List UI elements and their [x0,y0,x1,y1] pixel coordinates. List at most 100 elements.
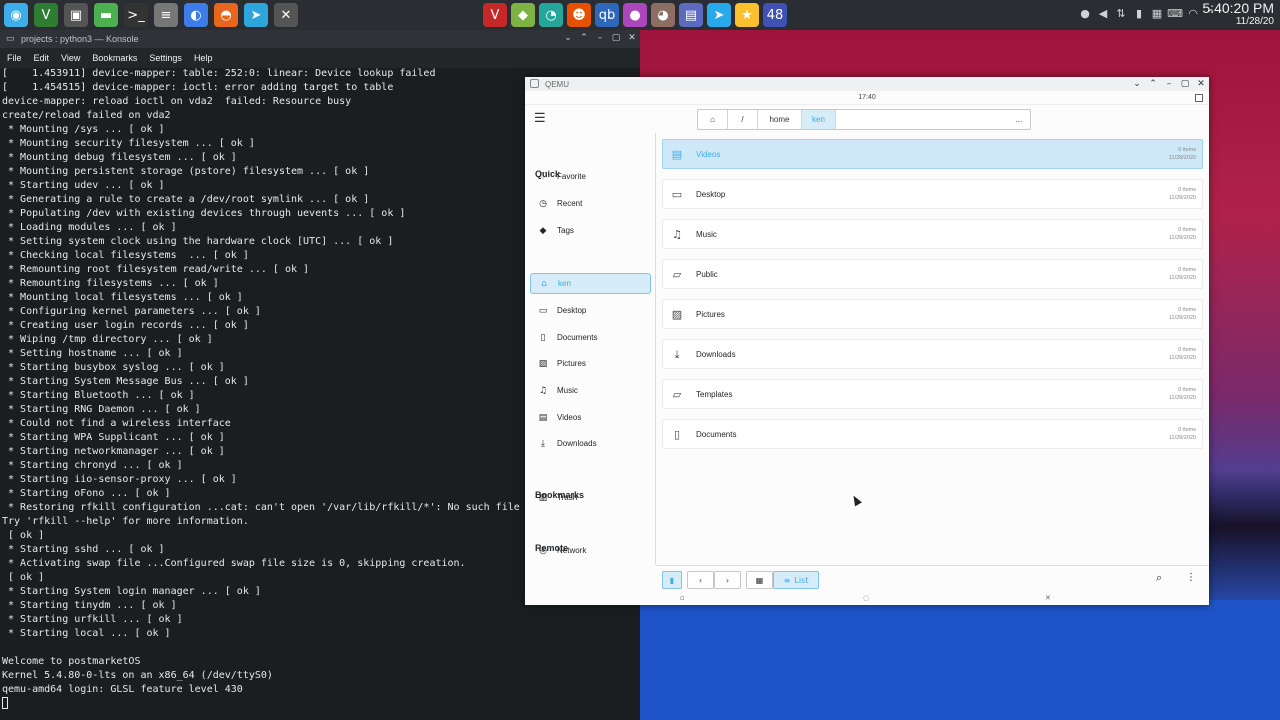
sidebar-item-videos[interactable]: ▤ Videos [530,407,651,428]
grid-view-icon[interactable]: ▦ [746,571,773,589]
network-icon[interactable]: ⇅ [1114,6,1128,20]
more-options-icon[interactable]: ⋮ [1186,572,1196,583]
gauge-icon[interactable]: ◔ [539,3,563,27]
file-row-templates[interactable]: ▱ Templates 0 items 11/28/2020 [662,379,1203,409]
sidebar-item-downloads[interactable]: ⤓ Downloads [530,433,651,454]
file-row-desktop[interactable]: ▭ Desktop 0 items 11/28/2020 [662,179,1203,209]
document-icon[interactable]: ▤ [679,3,703,27]
file-row-music[interactable]: ♫ Music 0 items 11/28/2020 [662,219,1203,249]
chevron-up-icon[interactable]: ⌃ [1147,78,1159,90]
menu-bookmarks[interactable]: Bookmarks [92,53,137,63]
taskbar-apps: V ◆ ◔ ☻ qb ● ◕ ▤ ➤ ★ 48 [483,3,787,27]
menu-edit[interactable]: Edit [34,53,50,63]
chevron-up-icon[interactable]: ⌃ [578,32,590,44]
path-root[interactable]: / [728,110,758,129]
chevron-down-icon[interactable]: ⌄ [1131,78,1143,90]
volume-icon[interactable]: ◀ [1096,6,1110,20]
record-icon[interactable]: ● [1078,6,1092,20]
gimp-icon[interactable]: ◕ [651,3,675,27]
file-name: Music [696,230,717,239]
terminal-icon[interactable]: >_ [124,3,148,27]
sidebar-item-pictures[interactable]: ▨ Pictures [530,353,651,374]
file-row-public[interactable]: ▱ Public 0 items 11/28/2020 [662,259,1203,289]
menu-view[interactable]: View [61,53,80,63]
minimize-icon[interactable]: – [594,32,606,44]
path-segment-ken[interactable]: ken [802,110,836,129]
maximize-icon[interactable]: ▢ [1179,78,1191,90]
telegram-icon[interactable]: ➤ [244,3,268,27]
music-icon: ♫ [538,385,548,396]
sidebar-item-tags[interactable]: ◆ Tags [530,220,651,241]
calculator-icon[interactable]: 48 [763,3,787,27]
forward-button[interactable]: › [714,571,741,589]
star-icon[interactable]: ★ [735,3,759,27]
telegram-icon[interactable]: ➤ [707,3,731,27]
search-icon[interactable]: ⌕ [1156,571,1162,585]
vim-icon[interactable]: V [34,3,58,27]
hamburger-menu-icon[interactable]: ☰ [534,111,546,125]
file-meta: 0 items 11/28/2020 [1169,386,1196,402]
chevron-down-icon[interactable]: ⌄ [562,32,574,44]
konsole-menubar: File Edit View Bookmarks Settings Help [0,48,640,68]
firefox-icon[interactable]: ◓ [214,3,238,27]
sidebar-item-network[interactable]: ◎ Network [530,540,651,561]
menu-settings[interactable]: Settings [149,53,182,63]
maximize-icon[interactable]: ▢ [610,32,622,44]
menu-file[interactable]: File [7,53,22,63]
trash-icon: ▥ [538,492,548,503]
nav-overview-icon[interactable]: ▫ [680,594,685,602]
color-icon[interactable]: ● [623,3,647,27]
nav-home-icon[interactable]: ◌ [863,594,869,602]
file-item-count: 0 items [1178,307,1196,313]
downloads-icon: ⤓ [541,438,545,449]
path-segment-home[interactable]: home [758,110,802,129]
back-button[interactable]: ‹ [687,571,714,589]
close-icon[interactable]: ✕ [626,32,638,44]
path-bar[interactable]: ⌂ / home ken ... [697,109,1031,130]
sidebar-item-recent[interactable]: ◷ Recent [530,193,651,214]
bottom-toolbar: ▮ ‹ › ▦ ≡ List ⌕ ⋮ [656,565,1209,591]
desktop-icon: ▭ [538,305,548,316]
terminal-line: Kernel 5.4.80-0-lts on an x86_64 (/dev/t… [2,670,273,681]
file-row-downloads[interactable]: ⤓ Downloads 0 items 11/28/2020 [662,339,1203,369]
terminal-cursor[interactable] [2,697,638,711]
keyboard-icon[interactable]: ⌨ [1167,6,1183,20]
sidebar-item-ken[interactable]: ⌂ ken [530,273,651,294]
sidebar-item-trash[interactable]: ▥ Trash [530,487,651,508]
wifi-icon[interactable]: ◠ [1186,6,1200,20]
vba-icon[interactable]: V [483,3,507,27]
flag-icon[interactable]: ▦ [1150,6,1164,20]
minimize-icon[interactable]: – [1163,78,1175,90]
browser-icon[interactable]: ◐ [184,3,208,27]
cube-icon[interactable]: ◆ [511,3,535,27]
file-name: Templates [696,390,733,399]
path-more-button[interactable]: ... [1008,110,1030,129]
file-row-documents[interactable]: ▯ Documents 0 items 11/28/2020 [662,419,1203,449]
close-icon[interactable]: ✕ [1195,78,1207,90]
sidebar-item-documents[interactable]: ▯ Documents [530,327,651,348]
nav-close-icon[interactable]: ✕ [1045,594,1051,602]
briefcase-icon[interactable]: ▣ [64,3,88,27]
clock[interactable]: 5:40:20 PM 11/28/20 [1202,1,1274,28]
file-date: 11/28/2020 [1168,275,1196,281]
qbittorrent-icon[interactable]: qb [595,3,619,27]
file-row-pictures[interactable]: ▨ Pictures 0 items 11/28/2020 [662,299,1203,329]
monkey-icon[interactable]: ☻ [567,3,591,27]
folder-icon[interactable]: ▬ [94,3,118,27]
list-view-button[interactable]: ≡ List [773,571,819,589]
battery-icon[interactable]: ▮ [1132,6,1146,20]
sidebar-item-desktop[interactable]: ▭ Desktop [530,300,651,321]
bookmark-icon[interactable]: ▮ [662,571,682,589]
file-row-videos[interactable]: ▤ Videos 0 items 11/28/2020 [662,139,1203,169]
konsole-titlebar[interactable]: ▭ projects : python3 — Konsole ⌄ ⌃ – ▢ ✕ [0,30,640,48]
window-menu-icon[interactable]: ▭ [6,33,15,44]
sidebar-item-music[interactable]: ♫ Music [530,380,651,401]
home-icon[interactable]: ⌂ [698,110,728,129]
qemu-titlebar[interactable]: QEMU ⌄ ⌃ – ▢ ✕ [525,77,1209,91]
kickoff-icon[interactable]: ◉ [4,3,28,27]
window-icon[interactable] [1195,94,1203,102]
text-editor-icon[interactable]: ≡ [154,3,178,27]
menu-help[interactable]: Help [194,53,213,63]
close-app-icon[interactable]: ✕ [274,3,298,27]
sidebar-item-favorite[interactable]: ♡ Favorite [530,166,651,187]
